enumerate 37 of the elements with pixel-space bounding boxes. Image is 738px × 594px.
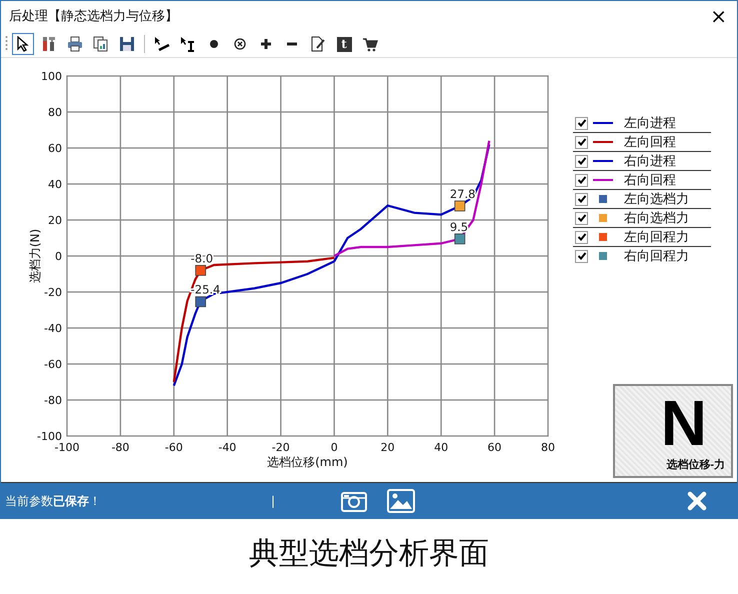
status-separator: |: [271, 494, 276, 508]
legend-label: 左向回程力: [624, 229, 689, 246]
tick-label: -20: [44, 286, 62, 299]
legend-label: 右向进程: [624, 153, 676, 170]
tick-label: 40: [48, 178, 62, 191]
tick-label: 0: [330, 441, 338, 454]
tick-label: -80: [111, 441, 130, 454]
tick-label: 100: [41, 70, 62, 83]
tick-label: 60: [48, 142, 62, 155]
legend-label: 右向回程力: [624, 248, 689, 265]
tick-label: 80: [48, 106, 62, 119]
tick-label: 40: [434, 441, 448, 454]
legend-label: 右向选档力: [624, 210, 689, 227]
tick-label: -100: [37, 430, 62, 443]
figure-caption: 典型选档分析界面: [248, 535, 490, 573]
tick-label: -100: [54, 441, 80, 454]
tick-label: -40: [218, 441, 236, 454]
tick-label: -20: [272, 441, 290, 454]
legend-label: 左向进程: [624, 115, 676, 132]
status-message: 当前参数已保存！: [4, 492, 102, 510]
tick-label: 80: [541, 441, 555, 454]
marker-value-label: -8.0: [190, 251, 214, 266]
x-axis-title: 选档位移(mm): [267, 455, 348, 469]
tick-label: -60: [44, 358, 62, 371]
tick-label: -40: [44, 322, 62, 335]
window-title: 后处理【静态选档力与位移】: [9, 8, 178, 25]
tick-label: 0: [55, 250, 62, 263]
tick-label: -60: [164, 441, 183, 454]
tick-label: 60: [488, 441, 502, 454]
legend-label: 左向选档力: [624, 191, 689, 208]
marker-value-label: 9.5: [450, 220, 468, 234]
legend-label: 左向回程: [624, 134, 676, 151]
legend-label: 右向回程: [624, 172, 676, 189]
tick-label: 20: [380, 441, 395, 454]
tick-label: 20: [48, 214, 62, 227]
y-axis-title: 选档力(N): [28, 228, 42, 284]
tick-label: -80: [44, 394, 62, 407]
